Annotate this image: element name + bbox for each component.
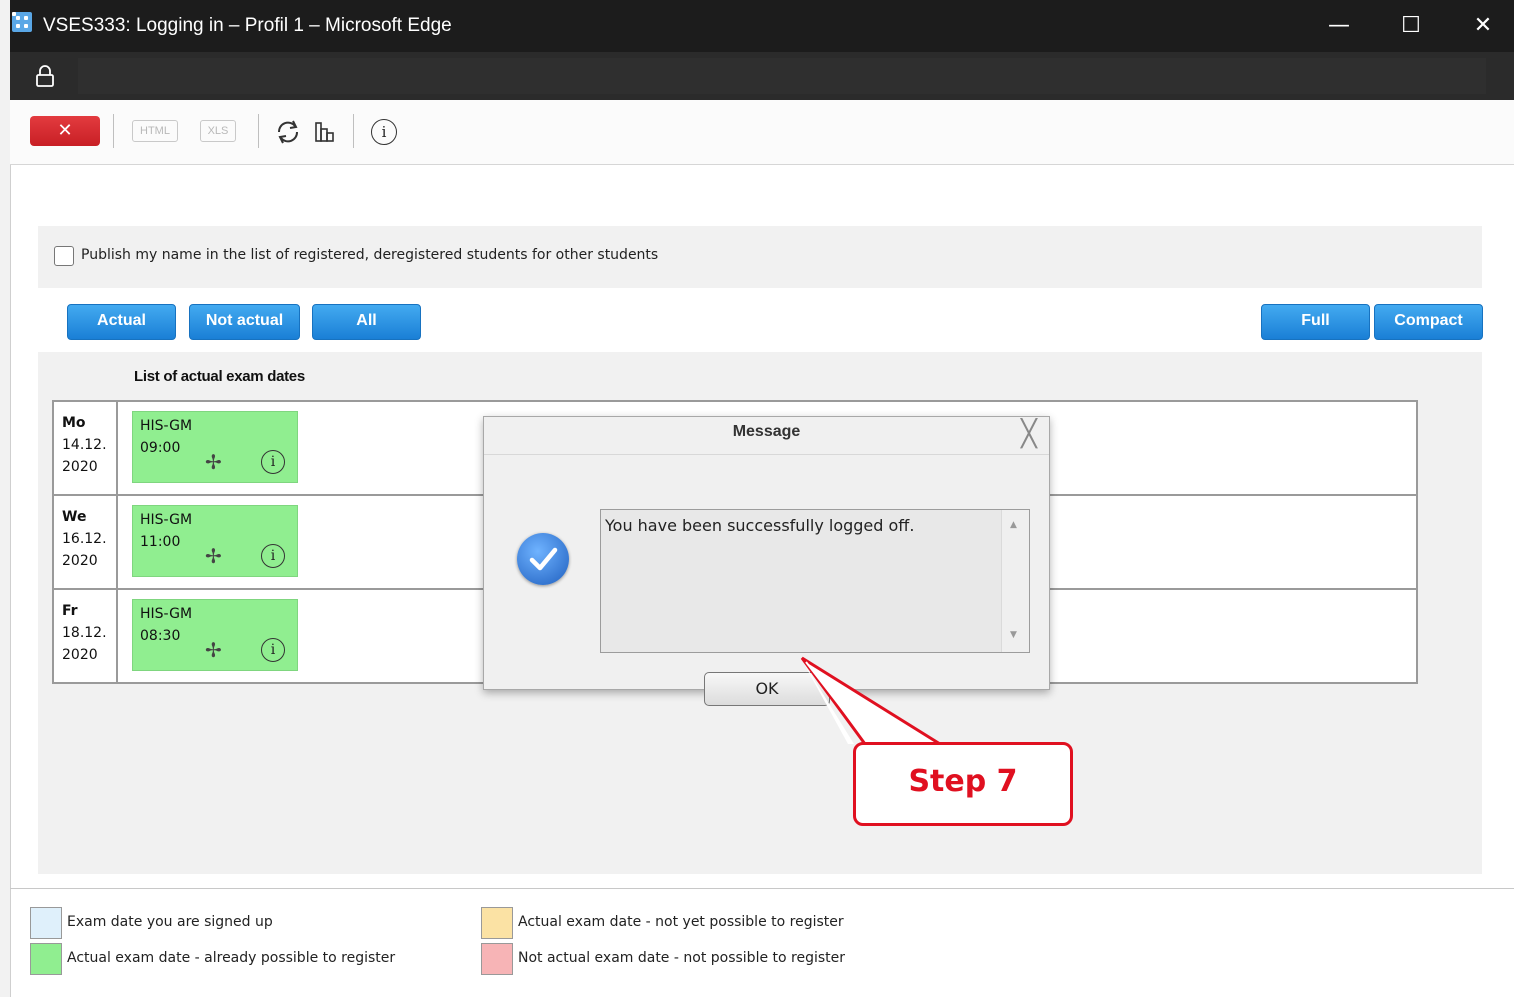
- filter-not-actual-button[interactable]: Not actual: [189, 304, 300, 340]
- success-check-icon: [517, 533, 569, 585]
- window-close-button[interactable]: ✕: [1461, 10, 1505, 42]
- close-app-button[interactable]: ✕: [30, 116, 100, 146]
- refresh-icon[interactable]: [273, 117, 303, 147]
- exam-time: 08:30: [140, 628, 181, 644]
- exam-card[interactable]: HIS-GM 11:00 ✢ i: [132, 505, 298, 577]
- message-text: You have been successfully logged off.: [605, 516, 915, 535]
- legend-swatch-possible: [30, 943, 62, 975]
- exam-info-icon[interactable]: i: [261, 450, 285, 474]
- title-bar: VSES333: Logging in – Profil 1 – Microso…: [10, 0, 1514, 52]
- toolbar: ✕ HTML XLS i: [10, 100, 1514, 165]
- toolbar-separator: [258, 114, 259, 148]
- legend-swatch-not-yet: [481, 907, 513, 939]
- legend-swatch-not-actual: [481, 943, 513, 975]
- exam-card[interactable]: HIS-GM 08:30 ✢ i: [132, 599, 298, 671]
- info-icon[interactable]: i: [371, 119, 397, 145]
- step-callout: Step 7: [853, 742, 1073, 826]
- exam-name: HIS-GM: [140, 418, 193, 434]
- year-label: 2020: [62, 459, 98, 475]
- filter-all-button[interactable]: All: [312, 304, 421, 340]
- dialog-close-icon[interactable]: ╳: [1014, 419, 1044, 449]
- exam-time: 11:00: [140, 534, 181, 550]
- day-label: We: [62, 509, 87, 525]
- legend-label-signed-up: Exam date you are signed up: [67, 914, 273, 930]
- app-icon: [12, 12, 32, 32]
- year-label: 2020: [62, 553, 98, 569]
- filter-actual-button[interactable]: Actual: [67, 304, 176, 340]
- exam-time: 09:00: [140, 440, 181, 456]
- dialog-title: Message: [732, 423, 801, 440]
- legend-label-possible: Actual exam date - already possible to r…: [67, 950, 396, 966]
- address-bar: [10, 52, 1514, 100]
- register-plus-icon[interactable]: ✢: [205, 450, 222, 474]
- export-xls-button[interactable]: XLS: [200, 120, 236, 142]
- exam-info-icon[interactable]: i: [261, 544, 285, 568]
- url-field[interactable]: [78, 58, 1486, 94]
- table-row-date: Fr 18.12. 2020: [62, 600, 118, 666]
- check-mark-icon: [529, 547, 558, 571]
- register-plus-icon[interactable]: ✢: [205, 544, 222, 568]
- message-scrollbar[interactable]: ▲ ▼: [1001, 510, 1029, 652]
- exam-name: HIS-GM: [140, 606, 193, 622]
- minimize-button[interactable]: —: [1317, 10, 1361, 42]
- toolbar-separator: [353, 114, 354, 148]
- exam-card[interactable]: HIS-GM 09:00 ✢ i: [132, 411, 298, 483]
- table-row-date: Mo 14.12. 2020: [62, 412, 118, 478]
- date-label: 16.12.: [62, 531, 107, 547]
- exam-name: HIS-GM: [140, 512, 193, 528]
- table-row-date: We 16.12. 2020: [62, 506, 118, 572]
- legend-divider: [10, 888, 1514, 889]
- date-label: 18.12.: [62, 625, 107, 641]
- day-label: Mo: [62, 415, 86, 431]
- export-html-button[interactable]: HTML: [132, 120, 178, 142]
- date-label: 14.12.: [62, 437, 107, 453]
- message-textarea[interactable]: You have been successfully logged off. ▲…: [600, 509, 1030, 653]
- window-title: VSES333: Logging in – Profil 1 – Microso…: [43, 15, 452, 36]
- publish-option-bar: Publish my name in the list of registere…: [38, 226, 1482, 288]
- register-plus-icon[interactable]: ✢: [205, 638, 222, 662]
- day-label: Fr: [62, 603, 78, 619]
- exam-info-icon[interactable]: i: [261, 638, 285, 662]
- year-label: 2020: [62, 647, 98, 663]
- legend-label-not-yet: Actual exam date - not yet possible to r…: [518, 914, 844, 930]
- list-title: List of actual exam dates: [134, 368, 305, 385]
- lock-icon: [36, 65, 54, 87]
- legend-swatch-signed-up: [30, 907, 62, 939]
- view-full-button[interactable]: Full: [1261, 304, 1370, 340]
- step-label: Step 7: [908, 764, 1018, 799]
- maximize-button[interactable]: ☐: [1389, 10, 1433, 42]
- callout-arrow: [800, 656, 941, 746]
- table-icon[interactable]: [313, 120, 337, 144]
- toolbar-separator: [113, 114, 114, 148]
- publish-label: Publish my name in the list of registere…: [81, 247, 659, 263]
- scroll-down-icon[interactable]: ▼: [1010, 630, 1017, 640]
- publish-checkbox[interactable]: [54, 246, 74, 266]
- view-compact-button[interactable]: Compact: [1374, 304, 1483, 340]
- legend-label-not-actual: Not actual exam date - not possible to r…: [518, 950, 846, 966]
- scroll-up-icon[interactable]: ▲: [1010, 520, 1017, 530]
